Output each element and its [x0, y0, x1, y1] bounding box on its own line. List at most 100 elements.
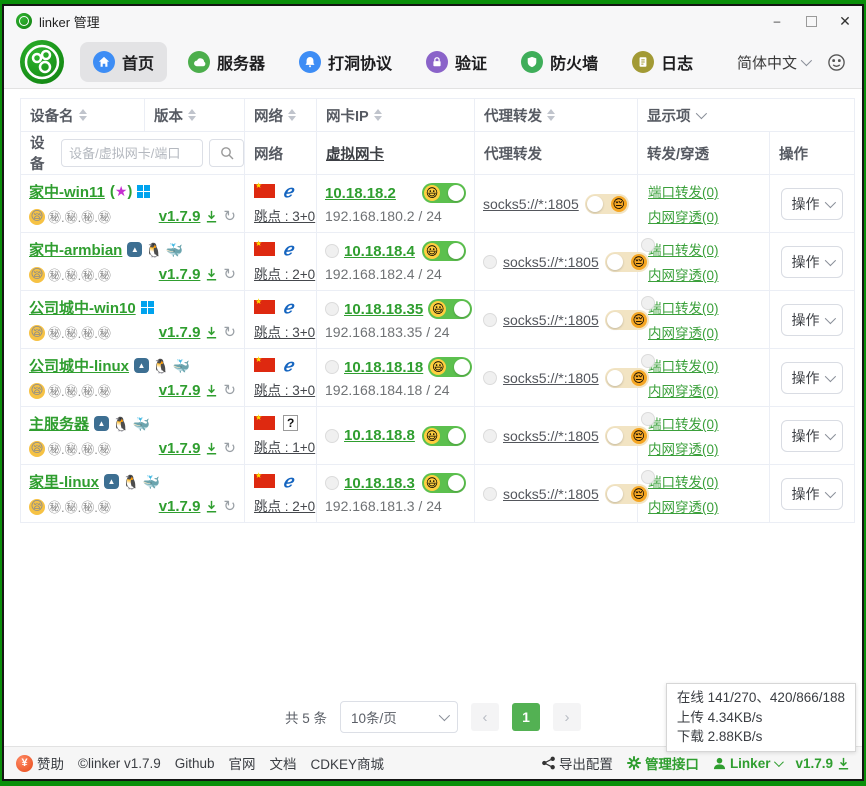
nic-toggle-on[interactable]: 😃: [422, 183, 466, 203]
proxy-radio[interactable]: [483, 255, 497, 269]
nic-toggle-on[interactable]: 😃: [428, 299, 472, 319]
port-forward-link[interactable]: 端口转发(0): [648, 413, 761, 433]
col-version[interactable]: 版本: [145, 99, 245, 132]
download-icon[interactable]: [205, 326, 218, 339]
prev-page-button[interactable]: ‹: [471, 703, 499, 731]
penetrate-link[interactable]: 内网穿透(0): [648, 380, 761, 400]
refresh-icon[interactable]: ↻: [223, 209, 236, 224]
download-icon[interactable]: [205, 384, 218, 397]
device-name-link[interactable]: 公司城中-linux: [29, 355, 129, 376]
tab-logs[interactable]: 日志: [619, 42, 706, 82]
export-config-button[interactable]: 导出配置: [542, 753, 613, 773]
device-name-link[interactable]: 家中-armbian: [29, 239, 122, 260]
socks-link[interactable]: socks5://*:1805: [503, 428, 599, 444]
forward-radio[interactable]: [641, 470, 655, 484]
socks-link[interactable]: socks5://*:1805: [483, 196, 579, 212]
port-forward-link[interactable]: 端口转发(0): [648, 181, 761, 201]
port-forward-link[interactable]: 端口转发(0): [648, 239, 761, 259]
refresh-icon[interactable]: ↻: [223, 325, 236, 340]
penetrate-link[interactable]: 内网穿透(0): [648, 438, 761, 458]
forward-radio[interactable]: [641, 238, 655, 252]
download-icon[interactable]: [205, 268, 218, 281]
theme-face-icon[interactable]: [827, 53, 846, 72]
default-route-radio[interactable]: [325, 429, 339, 443]
hops-link[interactable]: 跳点 : 2+0: [254, 495, 308, 515]
refresh-icon[interactable]: ↻: [223, 499, 236, 514]
sponsor-link[interactable]: ¥ 赞助: [16, 753, 64, 773]
action-dropdown-button[interactable]: 操作: [781, 188, 843, 220]
next-page-button[interactable]: ›: [553, 703, 581, 731]
download-icon[interactable]: [205, 210, 218, 223]
port-forward-link[interactable]: 端口转发(0): [648, 471, 761, 491]
col-network[interactable]: 网络: [245, 99, 317, 132]
virtual-ip-link[interactable]: 10.18.18.4: [344, 243, 415, 260]
current-page[interactable]: 1: [512, 703, 540, 731]
hops-link[interactable]: 跳点 : 3+0: [254, 379, 308, 399]
device-name-link[interactable]: 家中-win11: [29, 181, 105, 202]
proxy-radio[interactable]: [483, 313, 497, 327]
version-link[interactable]: v1.7.9: [159, 208, 201, 225]
col-proxy[interactable]: 代理转发: [475, 99, 638, 132]
proxy-toggle-off[interactable]: 😔: [585, 194, 629, 214]
docs-link[interactable]: 文档: [270, 753, 297, 773]
language-selector[interactable]: 简体中文: [737, 52, 809, 73]
subcol-virtual-nic[interactable]: 虚拟网卡: [317, 132, 475, 175]
port-forward-link[interactable]: 端口转发(0): [648, 355, 761, 375]
github-link[interactable]: Github: [175, 756, 215, 771]
official-site-link[interactable]: 官网: [229, 753, 256, 773]
action-dropdown-button[interactable]: 操作: [781, 304, 843, 336]
version-link[interactable]: v1.7.9: [159, 324, 201, 341]
nic-toggle-on[interactable]: 😃: [422, 426, 466, 446]
device-name-link[interactable]: 主服务器: [29, 413, 89, 434]
search-button[interactable]: [209, 139, 244, 167]
action-dropdown-button[interactable]: 操作: [781, 246, 843, 278]
socks-link[interactable]: socks5://*:1805: [503, 312, 599, 328]
socks-link[interactable]: socks5://*:1805: [503, 486, 599, 502]
version-link[interactable]: v1.7.9: [159, 266, 201, 283]
default-route-radio[interactable]: [325, 302, 339, 316]
virtual-ip-link[interactable]: 10.18.18.35: [344, 301, 423, 318]
col-display-options[interactable]: 显示项: [638, 99, 855, 132]
forward-radio[interactable]: [641, 412, 655, 426]
default-route-radio[interactable]: [325, 244, 339, 258]
device-name-link[interactable]: 公司城中-win10: [29, 297, 136, 318]
tab-firewall[interactable]: 防火墙: [508, 42, 611, 82]
default-route-radio[interactable]: [325, 476, 339, 490]
forward-radio[interactable]: [641, 296, 655, 310]
penetrate-link[interactable]: 内网穿透(0): [648, 496, 761, 516]
penetrate-link[interactable]: 内网穿透(0): [648, 206, 761, 226]
download-icon[interactable]: [205, 442, 218, 455]
hops-link[interactable]: 跳点 : 3+0: [254, 321, 308, 341]
action-dropdown-button[interactable]: 操作: [781, 478, 843, 510]
hops-link[interactable]: 跳点 : 1+0: [254, 436, 308, 456]
penetrate-link[interactable]: 内网穿透(0): [648, 322, 761, 342]
tab-auth[interactable]: 验证: [413, 42, 500, 82]
cdkey-store-link[interactable]: CDKEY商城: [311, 753, 385, 773]
penetrate-link[interactable]: 内网穿透(0): [648, 264, 761, 284]
socks-link[interactable]: socks5://*:1805: [503, 370, 599, 386]
tab-server[interactable]: 服务器: [175, 42, 278, 82]
page-size-select[interactable]: 10条/页: [340, 701, 458, 733]
hops-link[interactable]: 跳点 : 2+0: [254, 263, 308, 283]
col-nic-ip[interactable]: 网卡IP: [317, 99, 475, 132]
action-dropdown-button[interactable]: 操作: [781, 362, 843, 394]
action-dropdown-button[interactable]: 操作: [781, 420, 843, 452]
minimize-button[interactable]: –: [760, 6, 794, 36]
socks-link[interactable]: socks5://*:1805: [503, 254, 599, 270]
virtual-ip-link[interactable]: 10.18.18.2: [325, 185, 396, 202]
proxy-radio[interactable]: [483, 487, 497, 501]
hops-link[interactable]: 跳点 : 3+0: [254, 205, 308, 225]
search-input[interactable]: [61, 139, 203, 167]
version-link[interactable]: v1.7.9: [159, 440, 201, 457]
nic-toggle-on[interactable]: 😃: [422, 241, 466, 261]
maximize-button[interactable]: [794, 6, 828, 36]
default-route-radio[interactable]: [325, 360, 339, 374]
col-device-name[interactable]: 设备名: [21, 99, 145, 132]
proxy-radio[interactable]: [483, 371, 497, 385]
refresh-icon[interactable]: ↻: [223, 383, 236, 398]
app-version[interactable]: v1.7.9: [795, 756, 850, 771]
version-link[interactable]: v1.7.9: [159, 498, 201, 515]
version-link[interactable]: v1.7.9: [159, 382, 201, 399]
tab-punch-protocol[interactable]: 打洞协议: [286, 42, 405, 82]
refresh-icon[interactable]: ↻: [223, 267, 236, 282]
